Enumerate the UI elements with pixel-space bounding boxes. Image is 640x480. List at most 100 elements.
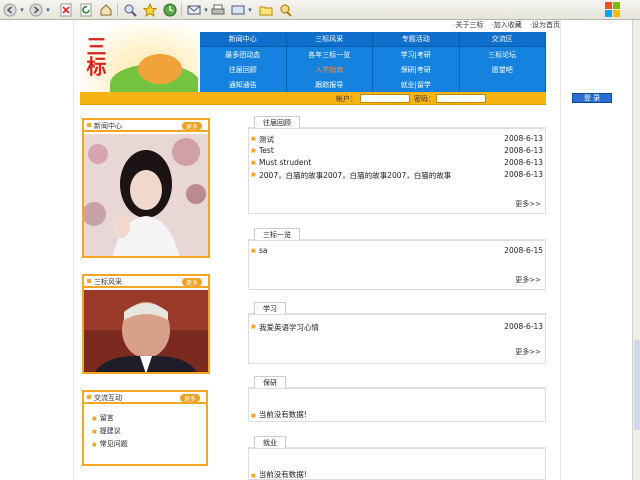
list-item[interactable]: 2007，白猫的故事2007，白猫的故事2007，白猫的故事 2008-6-13	[251, 169, 545, 181]
nav-item-events[interactable]: 专题活动	[373, 32, 460, 47]
nav-item-career[interactable]: 就业|留学	[373, 77, 460, 92]
news-photo[interactable]	[84, 134, 208, 256]
style-box-title: 三标风采	[87, 278, 122, 286]
overview-list: sa 2008-6-15 更多>>	[248, 240, 546, 290]
chevron-down-icon[interactable]: ▾	[18, 2, 26, 18]
mail-icon[interactable]	[186, 2, 202, 18]
nav-item-study[interactable]: 学习|考研	[373, 47, 460, 62]
exchange-box: 交流互动 更多 留言 提建议 常见问题	[82, 390, 208, 466]
nav-item-notice[interactable]: 通知通告	[200, 77, 287, 92]
stop-icon[interactable]	[58, 2, 74, 18]
messenger-icon[interactable]	[278, 2, 294, 18]
set-homepage-link[interactable]: 设为首页	[530, 20, 560, 32]
list-item-title[interactable]: Must strudent	[259, 158, 311, 167]
vertical-scrollbar[interactable]	[632, 20, 640, 480]
list-item[interactable]: Must strudent 2008-6-13	[251, 157, 545, 169]
study-tab[interactable]: 学习	[254, 302, 286, 314]
nav-item-tracking[interactable]: 跟踪报导	[287, 77, 373, 92]
postgrad-tab[interactable]: 保研	[254, 376, 286, 388]
exchange-links: 留言 提建议 常见问题	[92, 412, 128, 451]
exchange-box-header: 交流互动 更多	[84, 392, 206, 404]
scrollbar-thumb[interactable]	[634, 340, 640, 430]
style-more-button[interactable]: 更多	[182, 278, 202, 287]
career-tab[interactable]: 就业	[254, 436, 286, 448]
nav-item-admission[interactable]: 入学指南	[287, 62, 373, 77]
top-links: 关于三标 加入收藏 设为首页	[400, 20, 560, 32]
nav-item-news[interactable]: 新闻中心	[200, 32, 287, 47]
list-item-date: 2008-6-13	[504, 146, 543, 155]
exchange-link-faq[interactable]: 常见问题	[92, 438, 128, 451]
review-panel: 往届回顾 测试 2008-6-13 Test 2008-6-13 Must st…	[248, 116, 546, 214]
nav-item-wish[interactable]: 愿望吧	[460, 62, 546, 77]
news-box: 新闻中心 更多	[82, 118, 210, 258]
exchange-more-button[interactable]: 更多	[180, 394, 200, 403]
study-more-link[interactable]: 更多>>	[515, 347, 541, 357]
exchange-link-message[interactable]: 留言	[92, 412, 128, 425]
site-logo[interactable]: 三标	[80, 24, 198, 92]
nav-item-forum[interactable]: 三标论坛	[460, 47, 546, 62]
nav-item-yearly[interactable]: 各年三标一览	[287, 47, 373, 62]
about-link[interactable]: 关于三标	[453, 20, 484, 32]
overview-more-link[interactable]: 更多>>	[515, 275, 541, 285]
folder-icon[interactable]	[258, 2, 274, 18]
list-item[interactable]: Test 2008-6-13	[251, 145, 545, 157]
nav-item-postgrad[interactable]: 保研|考研	[373, 62, 460, 77]
list-item-date: 2008-6-13	[504, 322, 543, 331]
logo-sun	[138, 54, 182, 84]
list-item-title[interactable]: Test	[259, 146, 274, 155]
list-item-date: 2008-6-13	[504, 170, 543, 179]
postgrad-panel: 保研 当前没有数据!	[248, 376, 546, 422]
print-icon[interactable]	[210, 2, 226, 18]
style-photo[interactable]	[84, 290, 208, 372]
review-list: 测试 2008-6-13 Test 2008-6-13 Must struden…	[248, 128, 546, 214]
page-border-right	[560, 20, 561, 480]
nav-item-exchange[interactable]: 交流区	[459, 32, 546, 47]
refresh-icon[interactable]	[78, 2, 94, 18]
nav-item-review[interactable]: 往届回顾	[200, 62, 287, 77]
nav-item-empty	[460, 77, 546, 92]
news-more-button[interactable]: 更多	[182, 122, 202, 131]
account-label: 帐户：	[336, 95, 357, 103]
list-item-date: 2008-6-15	[504, 246, 543, 255]
search-icon[interactable]	[122, 2, 138, 18]
review-tab[interactable]: 往届回顾	[254, 116, 300, 128]
login-button[interactable]: 登 录	[572, 93, 612, 103]
list-item-title[interactable]: sa	[259, 246, 268, 255]
list-item-title[interactable]: 测试	[259, 134, 274, 145]
career-panel: 就业 当前没有数据!	[248, 436, 546, 480]
login-bar: 帐户： 密码： 登 录	[80, 92, 612, 105]
list-item[interactable]: 测试 2008-6-13	[251, 133, 545, 145]
career-empty-text: 当前没有数据!	[251, 469, 307, 480]
password-input[interactable]	[436, 94, 486, 103]
home-icon[interactable]	[98, 2, 114, 18]
exchange-link-suggest[interactable]: 提建议	[92, 425, 128, 438]
page-border-left	[73, 20, 74, 480]
login-button-label: 登 录	[583, 94, 601, 102]
list-item-title[interactable]: 2007，白猫的故事2007，白猫的故事2007，白猫的故事	[259, 170, 451, 181]
history-icon[interactable]	[162, 2, 178, 18]
add-favorite-link[interactable]: 加入收藏	[492, 20, 522, 32]
main-nav: 新闻中心 三标风采 专题活动 交流区 最多团动态 各年三标一览 学习|考研 三标…	[200, 32, 546, 92]
overview-tab[interactable]: 三标一览	[254, 228, 300, 240]
logo-text: 三标	[83, 36, 107, 76]
list-item[interactable]: sa 2008-6-15	[251, 245, 545, 257]
chevron-down-icon[interactable]: ▾	[44, 2, 52, 18]
edit-icon[interactable]	[230, 2, 246, 18]
list-item-title[interactable]: 我爱英语学习心情	[259, 322, 319, 333]
browser-toolbar: ▾ ▾ ▾ ▾	[0, 0, 640, 20]
forward-icon[interactable]	[28, 2, 44, 18]
chevron-down-icon[interactable]: ▾	[202, 2, 210, 18]
review-more-link[interactable]: 更多>>	[515, 199, 541, 209]
news-box-title: 新闻中心	[87, 122, 122, 130]
nav-item-style[interactable]: 三标风采	[286, 32, 373, 47]
back-icon[interactable]	[2, 2, 18, 18]
chevron-down-icon[interactable]: ▾	[246, 2, 254, 18]
overview-panel: 三标一览 sa 2008-6-15 更多>>	[248, 228, 546, 290]
postgrad-empty-text: 当前没有数据!	[251, 409, 307, 420]
favorites-icon[interactable]	[142, 2, 158, 18]
nav-item-group[interactable]: 最多团动态	[200, 47, 287, 62]
account-input[interactable]	[360, 94, 410, 103]
exchange-box-title: 交流互动	[87, 394, 122, 402]
style-box: 三标风采 更多	[82, 274, 210, 374]
list-item[interactable]: 我爱英语学习心情 2008-6-13	[251, 321, 545, 333]
